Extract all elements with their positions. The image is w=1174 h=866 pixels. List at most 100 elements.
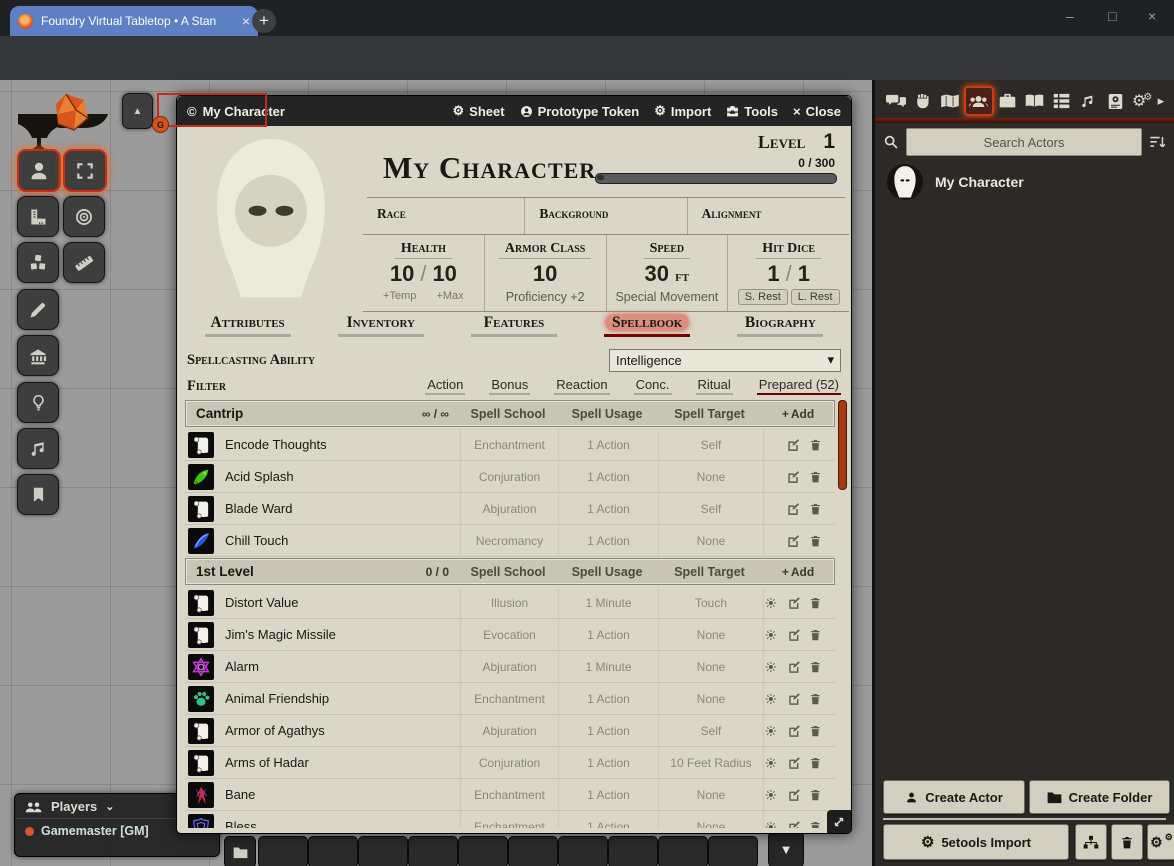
trash-icon[interactable]	[809, 502, 822, 516]
hotbar-slot[interactable]	[708, 836, 758, 866]
spell-icon-scroll[interactable]	[188, 718, 214, 744]
edit-icon[interactable]	[787, 788, 801, 802]
xp-text[interactable]: 0 / 300	[798, 156, 835, 170]
spell-name[interactable]: Armor of Agathys	[219, 723, 460, 738]
create-folder-button[interactable]: Create Folder	[1029, 780, 1170, 814]
5etools-import-button[interactable]: ⚙ 5etools Import	[883, 824, 1069, 860]
speed-value[interactable]: 30 ft	[607, 261, 728, 287]
notes-controls-button[interactable]	[17, 474, 59, 515]
ruler-tool-button[interactable]	[63, 242, 105, 283]
scenes-tab[interactable]	[937, 88, 963, 114]
character-name[interactable]: My Character	[383, 150, 596, 186]
trash-icon[interactable]	[809, 660, 822, 674]
trash-icon[interactable]	[809, 628, 822, 642]
ac-value[interactable]: 10	[485, 261, 606, 287]
search-actors-input[interactable]	[906, 128, 1142, 156]
filter-prepared[interactable]: Prepared (52)	[757, 377, 841, 395]
spell-name[interactable]: Bless	[219, 819, 460, 828]
character-portrait[interactable]	[179, 128, 363, 310]
hit-dice-value[interactable]: 1/1	[728, 261, 849, 287]
background-field[interactable]: Background	[525, 198, 687, 234]
spell-icon-scroll[interactable]	[188, 622, 214, 648]
delete-all-button[interactable]	[1111, 824, 1143, 860]
hp-value[interactable]: 10/10	[363, 261, 484, 287]
trash-icon[interactable]	[809, 788, 822, 802]
hotbar-slot[interactable]	[258, 836, 308, 866]
spell-icon-chill-touch[interactable]	[188, 528, 214, 554]
token-controls-button[interactable]	[17, 149, 61, 192]
spell-name[interactable]: Bane	[219, 787, 460, 802]
prepare-sun-icon[interactable]	[764, 820, 778, 829]
measure-controls-button[interactable]	[17, 196, 59, 237]
sheet-config-button[interactable]: ⚙Sheet	[453, 103, 505, 119]
race-field[interactable]: Race	[363, 198, 525, 234]
trash-icon[interactable]	[809, 534, 822, 548]
alignment-field[interactable]: Alignment	[688, 198, 849, 234]
spell-icon-scroll[interactable]	[188, 432, 214, 458]
hotbar-slot[interactable]	[458, 836, 508, 866]
long-rest-button[interactable]: L. Rest	[791, 289, 840, 305]
items-tab[interactable]	[995, 88, 1021, 114]
hotbar-slot[interactable]	[658, 836, 708, 866]
sidebar-collapse-arrow[interactable]: ▸	[1156, 88, 1166, 114]
prepare-sun-icon[interactable]	[764, 724, 778, 738]
collapse-controls-button[interactable]: ▲	[122, 93, 153, 129]
tools-button[interactable]: Tools	[726, 103, 778, 119]
prototype-token-button[interactable]: Prototype Token	[520, 103, 640, 119]
chat-tab[interactable]	[883, 88, 909, 114]
special-movement-link[interactable]: Special Movement	[607, 290, 728, 304]
import-settings-button[interactable]: ⚙⚙	[1147, 824, 1174, 860]
spell-name[interactable]: Encode Thoughts	[219, 437, 460, 452]
spell-icon-bane[interactable]	[188, 782, 214, 808]
trash-icon[interactable]	[809, 820, 822, 829]
spell-icon-acid-splash[interactable]	[188, 464, 214, 490]
tab-features[interactable]: Features	[471, 314, 557, 337]
edit-icon[interactable]	[787, 692, 801, 706]
hotbar-slot[interactable]	[558, 836, 608, 866]
edit-icon[interactable]	[786, 502, 800, 516]
new-tab-button[interactable]: +	[252, 9, 276, 33]
edit-icon[interactable]	[787, 724, 801, 738]
edit-icon[interactable]	[787, 660, 801, 674]
window-maximize-button[interactable]: □	[1108, 8, 1116, 24]
drawing-tools-button[interactable]	[17, 289, 59, 330]
lighting-controls-button[interactable]	[17, 382, 59, 423]
import-button[interactable]: ⚙Import	[654, 103, 711, 119]
filter-reaction[interactable]: Reaction	[554, 377, 609, 395]
tab-spellbook[interactable]: Spellbook	[604, 314, 690, 337]
spell-name[interactable]: Distort Value	[219, 595, 460, 610]
tempmax-hp-field[interactable]: +Max	[436, 290, 463, 302]
trash-icon[interactable]	[809, 470, 822, 484]
spell-icon-scroll[interactable]	[188, 496, 214, 522]
filter-concentration[interactable]: Conc.	[634, 377, 672, 395]
add-spell-button[interactable]: +Add	[762, 565, 834, 579]
spell-name[interactable]: Acid Splash	[219, 469, 460, 484]
settings-tab[interactable]: ⚙⚙	[1129, 88, 1155, 114]
hotbar-slot[interactable]	[608, 836, 658, 866]
spellcasting-ability-select[interactable]: Intelligence ▾	[609, 349, 841, 372]
folder-tree-button[interactable]	[1075, 824, 1107, 860]
spell-name[interactable]: Jim's Magic Missile	[219, 627, 460, 642]
spell-name[interactable]: Alarm	[219, 659, 460, 674]
browser-tab[interactable]: Foundry Virtual Tabletop • A Stan ×	[10, 6, 258, 36]
spell-icon-bless[interactable]	[188, 814, 214, 829]
window-minimize-button[interactable]: –	[1066, 8, 1074, 24]
tables-tab[interactable]	[1048, 88, 1074, 114]
tab-biography[interactable]: Biography	[737, 314, 823, 337]
spell-name[interactable]: Blade Ward	[219, 501, 460, 516]
spell-icon-scroll[interactable]	[188, 590, 214, 616]
prepare-sun-icon[interactable]	[764, 628, 778, 642]
add-spell-button[interactable]: +Add	[762, 407, 834, 421]
trash-icon[interactable]	[809, 756, 822, 770]
filter-bonus[interactable]: Bonus	[489, 377, 530, 395]
target-tool-button[interactable]	[63, 196, 105, 237]
close-sheet-button[interactable]: ×Close	[793, 103, 841, 119]
tab-inventory[interactable]: Inventory	[338, 314, 424, 337]
tab-attributes[interactable]: Attributes	[205, 314, 291, 337]
trash-icon[interactable]	[809, 692, 822, 706]
filter-action[interactable]: Action	[425, 377, 465, 395]
trash-icon[interactable]	[809, 724, 822, 738]
edit-icon[interactable]	[786, 438, 800, 452]
edit-icon[interactable]	[786, 470, 800, 484]
spell-icon-animal-friendship[interactable]	[188, 686, 214, 712]
